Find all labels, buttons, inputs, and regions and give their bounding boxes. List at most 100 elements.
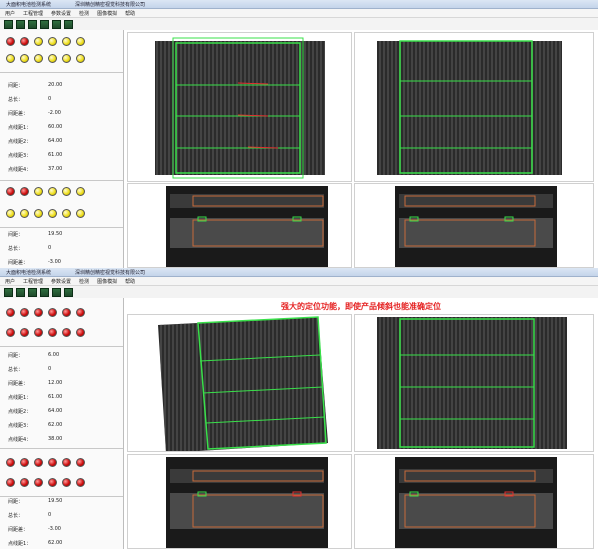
- param-value: 64.00: [48, 138, 63, 144]
- menu-project[interactable]: 工程管理: [23, 278, 43, 285]
- param-label: 总长：: [8, 512, 24, 519]
- red-indicator-icon: [62, 328, 71, 337]
- title-bar: 大面积电池检测系统 深圳精创精密视觉科技有限公司: [0, 268, 598, 277]
- param-value: 0: [48, 96, 52, 102]
- yellow-indicator-icon: [62, 187, 71, 196]
- window-subtitle: 深圳精创精密视觉科技有限公司: [75, 1, 146, 8]
- param-row: 点线距1： 62.00: [8, 536, 118, 549]
- param-row: 点线距1： 61.00: [8, 390, 118, 404]
- led-row: [6, 205, 116, 222]
- cell-image-2: [377, 40, 562, 175]
- cell-image-2: [377, 317, 567, 449]
- run-icon[interactable]: [28, 19, 37, 29]
- param-row: 总长： 0: [8, 508, 118, 522]
- yellow-indicator-icon: [48, 54, 57, 63]
- yellow-indicator-icon: [76, 37, 85, 46]
- red-indicator-icon: [76, 478, 85, 487]
- param-row: 总长： 0: [8, 241, 118, 255]
- red-indicator-icon: [6, 308, 15, 317]
- param-row: 点线距4： 37.00: [8, 162, 118, 176]
- param-row: 间距差： -3.00: [8, 522, 118, 536]
- param-label: 点线距3：: [8, 422, 32, 429]
- camera-view-4[interactable]: [354, 454, 594, 549]
- run-icon[interactable]: [28, 287, 37, 297]
- red-indicator-icon: [20, 458, 29, 467]
- yellow-indicator-icon: [34, 187, 43, 196]
- save-icon[interactable]: [16, 287, 25, 297]
- settings-icon[interactable]: [52, 19, 61, 29]
- menu-params[interactable]: 参数设置: [51, 10, 71, 17]
- red-indicator-icon: [6, 478, 15, 487]
- param-list: 间距： 19.50 总长： 0 间距差： -3.00 点线距1： 62.00: [8, 494, 118, 549]
- param-label: 总长：: [8, 366, 24, 373]
- param-label: 点线距1：: [8, 124, 32, 131]
- red-indicator-icon: [6, 187, 15, 196]
- param-label: 间距：: [8, 82, 24, 89]
- param-label: 总长：: [8, 96, 24, 103]
- red-indicator-icon: [34, 478, 43, 487]
- param-label: 点线距3：: [8, 152, 32, 159]
- yellow-indicator-icon: [34, 54, 43, 63]
- menu-user[interactable]: 用户: [5, 278, 15, 285]
- menu-project[interactable]: 工程管理: [23, 10, 43, 17]
- menu-detect[interactable]: 检测: [79, 10, 89, 17]
- save-icon[interactable]: [16, 19, 25, 29]
- param-row: 点线距2： 64.00: [8, 404, 118, 418]
- camera-view-4[interactable]: [354, 183, 594, 268]
- menu-simulate[interactable]: 图像模拟: [97, 10, 117, 17]
- camera-icon[interactable]: [40, 19, 49, 29]
- red-indicator-icon: [48, 478, 57, 487]
- open-icon[interactable]: [4, 287, 13, 297]
- red-indicator-icon: [6, 37, 15, 46]
- settings-icon[interactable]: [52, 287, 61, 297]
- red-indicator-icon: [76, 308, 85, 317]
- menu-bar: 用户 工程管理 参数设置 检测 图像模拟 帮助: [0, 9, 598, 18]
- menu-help[interactable]: 帮助: [125, 278, 135, 285]
- window-title: 大面积电池检测系统: [6, 1, 52, 8]
- param-value: 6.00: [48, 352, 60, 358]
- camera-view-3[interactable]: [127, 454, 352, 549]
- red-indicator-icon: [20, 37, 29, 46]
- param-value: -2.00: [48, 110, 61, 116]
- param-row: 间距差： -3.00: [8, 255, 118, 268]
- param-value: 38.00: [48, 436, 63, 442]
- stop-icon[interactable]: [64, 19, 73, 29]
- camera-view-2[interactable]: [354, 314, 594, 452]
- menu-user[interactable]: 用户: [5, 10, 15, 17]
- param-value: 20.00: [48, 82, 63, 88]
- open-icon[interactable]: [4, 19, 13, 29]
- yellow-indicator-icon: [34, 37, 43, 46]
- yellow-indicator-icon: [20, 209, 29, 218]
- menu-simulate[interactable]: 图像模拟: [97, 278, 117, 285]
- window-subtitle: 深圳精创精密视觉科技有限公司: [75, 269, 146, 276]
- menu-params[interactable]: 参数设置: [51, 278, 71, 285]
- red-indicator-icon: [34, 328, 43, 337]
- image-panel: 强大的定位功能，即使产品倾斜也能准确定位: [124, 298, 598, 549]
- red-indicator-icon: [6, 458, 15, 467]
- menu-detect[interactable]: 检测: [79, 278, 89, 285]
- param-label: 总长：: [8, 245, 24, 252]
- yellow-indicator-icon: [76, 54, 85, 63]
- red-indicator-icon: [6, 328, 15, 337]
- red-indicator-icon: [48, 458, 57, 467]
- stop-icon[interactable]: [64, 287, 73, 297]
- param-label: 间距：: [8, 231, 24, 238]
- param-row: 间距： 20.00: [8, 78, 118, 92]
- led-row: [6, 50, 116, 67]
- yellow-indicator-icon: [6, 54, 15, 63]
- param-row: 间距： 19.50: [8, 227, 118, 241]
- param-row: 点线距2： 64.00: [8, 134, 118, 148]
- camera-icon[interactable]: [40, 287, 49, 297]
- cell-image-4: [395, 457, 557, 548]
- menu-help[interactable]: 帮助: [125, 10, 135, 17]
- led-row: [6, 304, 116, 321]
- camera-view-1[interactable]: [127, 32, 352, 182]
- image-panel: [124, 30, 598, 268]
- red-indicator-icon: [34, 458, 43, 467]
- camera-view-3[interactable]: [127, 183, 352, 268]
- camera-view-1[interactable]: [127, 314, 352, 452]
- param-label: 间距差：: [8, 259, 29, 266]
- red-indicator-icon: [34, 308, 43, 317]
- cell-image-4: [395, 186, 557, 267]
- camera-view-2[interactable]: [354, 32, 594, 182]
